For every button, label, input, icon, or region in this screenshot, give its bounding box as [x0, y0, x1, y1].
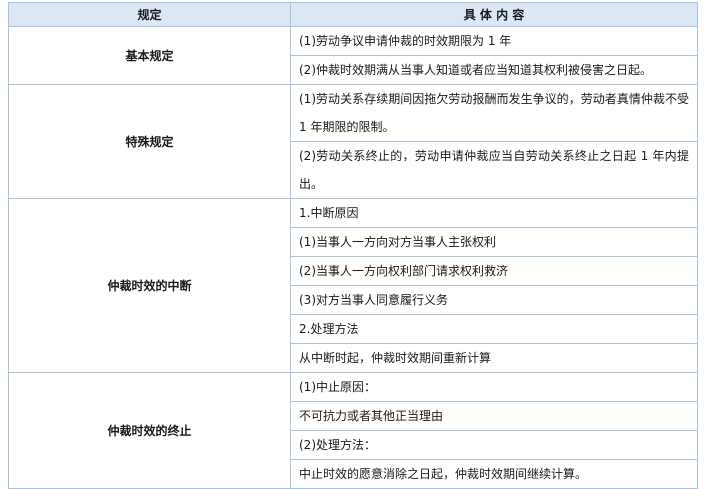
content-text: (2)当事人一方向权利部门请求权利救济	[299, 264, 508, 278]
content-cell: (1)中止原因：	[290, 372, 698, 402]
content-cell: (1)当事人一方向对方当事人主张权利	[290, 227, 698, 257]
content-cell: (1)劳动争议申请仲裁的时效期限为 1 年	[290, 26, 698, 56]
content-text: (1)中止原因：	[299, 380, 376, 394]
content-text: 从中断时起，仲裁时效期间重新计算	[299, 351, 492, 365]
content-text: (2)劳动关系终止的，劳动申请仲裁应当自劳动关系终止之日起 1 年内提出。	[299, 149, 689, 191]
section-label-basic: 基本规定	[8, 26, 291, 85]
content-text: (1)劳动争议申请仲裁的时效期限为 1 年	[299, 34, 512, 48]
content-cell: (2)仲裁时效期满从当事人知道或者应当知道其权利被侵害之日起。	[290, 55, 698, 85]
content-text: (1)当事人一方向对方当事人主张权利	[299, 235, 496, 249]
content-text: (1)劳动关系存续期间因拖欠劳动报酬而发生争议的，劳动者真情仲裁不受 1 年期限…	[299, 92, 689, 134]
section-label-termination: 仲裁时效的终止	[8, 372, 291, 489]
content-cell: 2.处理方法	[290, 314, 698, 344]
table-row: 仲裁时效的终止 (1)中止原因：	[8, 372, 698, 489]
content-cell: 中止时效的愿意消除之日起，仲裁时效期间继续计算。	[290, 459, 698, 489]
content-cell: (2)劳动关系终止的，劳动申请仲裁应当自劳动关系终止之日起 1 年内提出。	[290, 141, 698, 199]
content-text: 1.中断原因	[299, 206, 359, 220]
content-cell: (3)对方当事人同意履行义务	[290, 285, 698, 315]
content-cell: 从中断时起，仲裁时效期间重新计算	[290, 343, 698, 373]
column-header-content: 具 体 内 容	[290, 2, 698, 27]
content-text: 中止时效的愿意消除之日起，仲裁时效期间继续计算。	[299, 467, 588, 481]
section-label-interruption: 仲裁时效的中断	[8, 198, 291, 373]
content-text: (2)仲裁时效期满从当事人知道或者应当知道其权利被侵害之日起。	[299, 63, 653, 77]
content-text: 不可抗力或者其他正当理由	[299, 409, 444, 423]
content-cell: (1)劳动关系存续期间因拖欠劳动报酬而发生争议的，劳动者真情仲裁不受 1 年期限…	[290, 84, 698, 142]
content-cell: (2)处理方法：	[290, 430, 698, 460]
content-cell: 不可抗力或者其他正当理由	[290, 401, 698, 431]
table-header-row: 规定 具 体 内 容	[8, 2, 698, 27]
content-cell: 1.中断原因	[290, 198, 698, 228]
content-cell: (2)当事人一方向权利部门请求权利救济	[290, 256, 698, 286]
content-text: 2.处理方法	[299, 322, 359, 336]
content-text: (2)处理方法：	[299, 438, 376, 452]
table-row: 仲裁时效的中断 1.中断原因	[8, 198, 698, 373]
section-label-special: 特殊规定	[8, 84, 291, 199]
regulation-table: 规定 具 体 内 容 基本规定 (1)劳动争议申请仲裁的时效期限为 1 年 (2…	[8, 2, 698, 489]
content-text: (3)对方当事人同意履行义务	[299, 293, 448, 307]
column-header-rule: 规定	[8, 2, 291, 27]
table-row: 特殊规定 (1)劳动关系存续期间因拖欠劳动报酬而发生争议的，劳动者真情仲裁不受 …	[8, 84, 698, 199]
table-row: 基本规定 (1)劳动争议申请仲裁的时效期限为 1 年	[8, 26, 698, 85]
